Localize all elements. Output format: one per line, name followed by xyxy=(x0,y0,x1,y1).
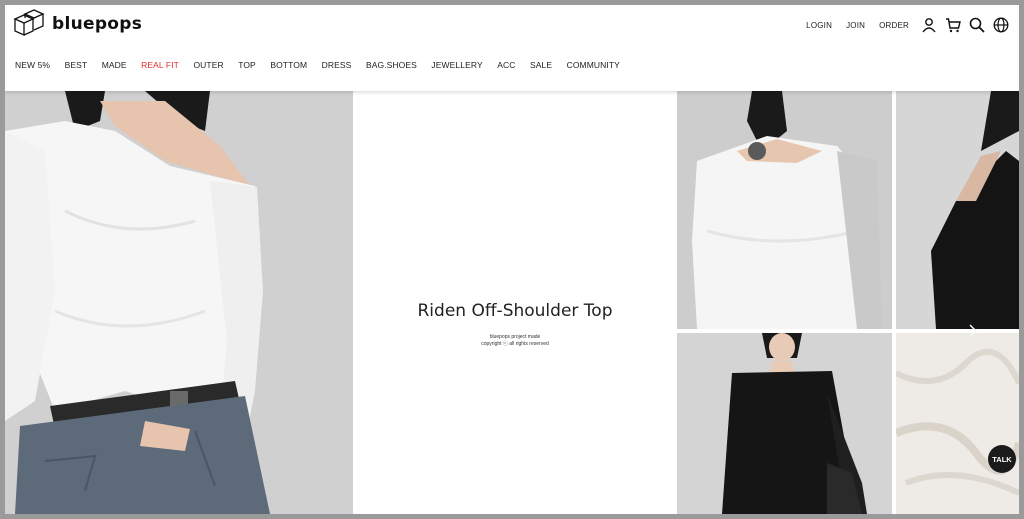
credit-line-2: copyright ⓒ all rights reserved xyxy=(481,341,549,347)
product-title[interactable]: Riden Off-Shoulder Top xyxy=(353,301,677,321)
user-icon[interactable] xyxy=(921,17,937,33)
top-utility-nav: LOGIN JOIN ORDER xyxy=(806,17,1009,33)
nav-outer[interactable]: OUTER xyxy=(193,60,223,70)
order-link[interactable]: ORDER xyxy=(879,21,909,30)
brand-logo[interactable]: bluepops xyxy=(12,9,142,39)
login-link[interactable]: LOGIN xyxy=(806,21,832,30)
feature-text-panel[interactable]: Riden Off-Shoulder Top bluepops project … xyxy=(353,91,677,514)
product-photo-fabric-detail[interactable] xyxy=(896,333,1019,514)
main-category-nav: NEW 5% BEST MADE REAL FIT OUTER TOP BOTT… xyxy=(15,60,634,70)
model-front-black-illustration xyxy=(677,333,892,514)
product-photo-back-white[interactable] xyxy=(677,91,892,329)
globe-icon[interactable] xyxy=(993,17,1009,33)
nav-jewellery[interactable]: JEWELLERY xyxy=(431,60,482,70)
credit-line-1: bluepops project made xyxy=(489,334,541,340)
nav-real-fit[interactable]: REAL FIT xyxy=(141,60,179,70)
slider-next-arrow-icon[interactable] xyxy=(965,323,981,339)
talk-chat-button[interactable]: TALK xyxy=(988,445,1016,473)
cube-logo-icon xyxy=(13,9,45,37)
hero-photo-left[interactable] xyxy=(5,91,353,514)
search-icon[interactable] xyxy=(969,17,985,33)
nav-bag-shoes[interactable]: BAG.SHOES xyxy=(366,60,417,70)
nav-top[interactable]: TOP xyxy=(238,60,256,70)
cart-icon[interactable] xyxy=(945,17,961,33)
product-photo-front-black[interactable] xyxy=(677,333,892,514)
nav-best[interactable]: BEST xyxy=(65,60,88,70)
nav-sale[interactable]: SALE xyxy=(530,60,552,70)
model-black-top-illustration xyxy=(896,91,1019,329)
product-photo-black-crop[interactable] xyxy=(896,91,1019,329)
fabric-illustration xyxy=(896,333,1019,514)
nav-acc[interactable]: ACC xyxy=(497,60,515,70)
nav-new[interactable]: NEW 5% xyxy=(15,60,50,70)
site-header: bluepops LOGIN JOIN ORDER NEW 5% BEST MA… xyxy=(5,5,1019,91)
join-link[interactable]: JOIN xyxy=(846,21,865,30)
nav-community[interactable]: COMMUNITY xyxy=(567,60,620,70)
page-frame: Riden Off-Shoulder Top bluepops project … xyxy=(5,5,1019,514)
nav-dress[interactable]: DRESS xyxy=(322,60,352,70)
nav-bottom[interactable]: BOTTOM xyxy=(270,60,307,70)
brand-name: bluepops xyxy=(52,14,143,34)
nav-made[interactable]: MADE xyxy=(102,60,127,70)
model-white-top-illustration xyxy=(5,91,353,514)
copyright-note: bluepops project made copyright ⓒ all ri… xyxy=(353,334,677,348)
model-back-illustration xyxy=(677,91,892,329)
